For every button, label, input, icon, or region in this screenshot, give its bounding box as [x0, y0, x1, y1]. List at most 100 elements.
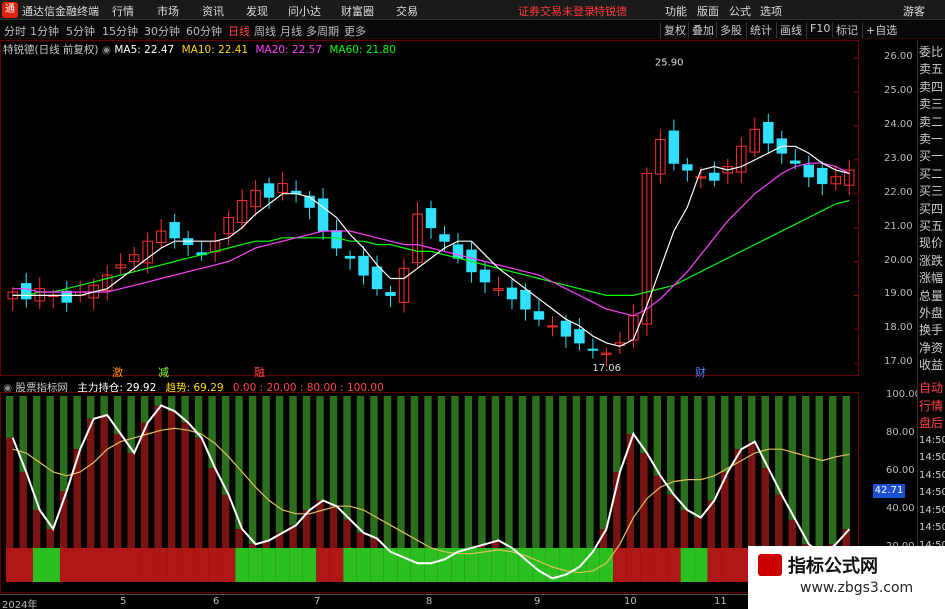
indicator-band: [437, 548, 452, 582]
indicator-bar-upper: [329, 396, 338, 507]
sidebar-item[interactable]: 14:50: [919, 468, 945, 484]
stats-button[interactable]: 统计: [746, 22, 772, 38]
indicator-bar-lower: [194, 437, 203, 548]
sidebar-item[interactable]: 卖四: [919, 79, 943, 95]
sidebar-item[interactable]: 盘后: [919, 415, 943, 431]
price-axis-label: 26.00: [884, 51, 913, 63]
sidebar-item[interactable]: 委比: [919, 44, 943, 60]
sidebar-item[interactable]: 自动: [919, 380, 943, 396]
sidebar-item[interactable]: 14:50: [919, 520, 945, 536]
indicator-band: [289, 548, 303, 582]
sidebar-item[interactable]: 买一: [919, 148, 943, 164]
app-title: 通达信金融终端: [22, 5, 99, 18]
event-marker[interactable]: 激: [112, 364, 123, 380]
menu-item-wealth[interactable]: 财富圈: [341, 3, 374, 19]
indicator-bar-lower: [316, 500, 324, 548]
indicator-bar-upper: [451, 396, 459, 552]
menu-item-ask[interactable]: 问小达: [288, 3, 321, 19]
menu-item-market[interactable]: 市场: [157, 3, 179, 19]
indicator-bar-upper: [478, 396, 486, 545]
sidebar-item[interactable]: 卖一: [919, 131, 943, 147]
sidebar-item[interactable]: 14:50: [919, 503, 945, 519]
menu-function[interactable]: 功能: [665, 3, 687, 19]
sidebar-item[interactable]: 涨幅: [919, 270, 943, 286]
sidebar-item[interactable]: 卖五: [919, 61, 943, 77]
indicator-bar-upper: [437, 396, 446, 560]
indicator-band: [194, 548, 209, 582]
menu-layout[interactable]: 版面: [697, 3, 719, 19]
indicator-band: [518, 548, 533, 582]
sidebar-item[interactable]: 收益: [919, 357, 943, 373]
period-30min[interactable]: 30分钟: [144, 23, 180, 39]
indicator-bar-upper: [586, 396, 594, 552]
indicator-bar-lower: [748, 441, 756, 548]
period-more[interactable]: 更多: [344, 23, 366, 39]
event-marker[interactable]: 融: [254, 364, 265, 380]
menu-options[interactable]: 选项: [760, 3, 782, 19]
menu-item-news[interactable]: 资讯: [202, 3, 224, 19]
period-1min[interactable]: 1分钟: [30, 23, 59, 39]
sidebar-item[interactable]: 总量: [919, 288, 943, 304]
event-marker[interactable]: 财: [695, 364, 706, 380]
sidebar-item[interactable]: 行情: [919, 398, 943, 414]
sidebar-item[interactable]: 14:50: [919, 433, 945, 449]
guest-label[interactable]: 游客: [903, 3, 925, 19]
multi-stock-button[interactable]: 多股: [716, 22, 742, 38]
sidebar-item[interactable]: 外盘: [919, 305, 943, 321]
indicator-band: [613, 548, 627, 582]
sidebar-item[interactable]: 现价: [919, 235, 943, 251]
sidebar-item[interactable]: 14:50: [919, 450, 945, 466]
menu-item-quotes[interactable]: 行情: [112, 3, 134, 19]
period-daily[interactable]: 日线: [228, 23, 250, 39]
candle-body: [21, 283, 32, 300]
sidebar-item[interactable]: 买四: [919, 201, 943, 217]
f10-button[interactable]: F10: [806, 22, 830, 38]
period-multi[interactable]: 多周期: [306, 23, 339, 39]
candlestick-chart[interactable]: 25.90 17.06: [0, 40, 915, 376]
sidebar-item[interactable]: 买三: [919, 183, 943, 199]
overlay-button[interactable]: 叠加: [688, 22, 714, 38]
menu-item-trade[interactable]: 交易: [396, 3, 418, 19]
indicator-bar-upper: [6, 396, 14, 438]
indicator-band: [329, 548, 344, 582]
indicator-bar-upper: [221, 396, 230, 495]
indicator-bar-upper: [829, 396, 837, 545]
period-weekly[interactable]: 周线: [254, 23, 276, 39]
sidebar-item[interactable]: 换手: [919, 322, 943, 338]
period-monthly[interactable]: 月线: [280, 23, 302, 39]
menu-item-discover[interactable]: 发现: [246, 3, 268, 19]
draw-button[interactable]: 画线: [776, 22, 802, 38]
period-60min[interactable]: 60分钟: [186, 23, 222, 39]
mark-button[interactable]: 标记: [832, 22, 858, 38]
sidebar-item[interactable]: 卖三: [919, 96, 943, 112]
indicator-bar-lower: [235, 529, 243, 548]
candle-body: [574, 329, 585, 344]
event-marker[interactable]: 减: [158, 364, 169, 380]
indicator-bar-upper: [653, 396, 662, 476]
indicator-band: [181, 548, 195, 582]
indicator-bar-lower: [653, 475, 662, 548]
sidebar-item[interactable]: 卖二: [919, 114, 943, 130]
menu-formula[interactable]: 公式: [729, 3, 751, 19]
price-axis-label: 25.00: [884, 85, 913, 97]
add-favorite-button[interactable]: +自选: [862, 22, 897, 38]
indicator-bar-lower: [86, 418, 95, 548]
indicator-band: [721, 548, 735, 582]
period-15min[interactable]: 15分钟: [102, 23, 138, 39]
login-warning[interactable]: 证券交易未登录: [518, 3, 595, 19]
candle-body: [371, 266, 383, 290]
indicator-bar-upper: [815, 396, 823, 556]
sidebar-item[interactable]: 涨跌: [919, 253, 943, 269]
sidebar-item[interactable]: 买二: [919, 166, 943, 182]
period-5min[interactable]: 5分钟: [66, 23, 95, 39]
period-intraday[interactable]: 分时: [4, 23, 26, 39]
indicator-bar-upper: [343, 396, 351, 520]
sidebar-item[interactable]: 买五: [919, 218, 943, 234]
indicator-band: [532, 548, 546, 582]
adjust-button[interactable]: 复权: [660, 22, 686, 38]
indicator-bar-lower: [221, 494, 230, 548]
indicator-band: [262, 548, 276, 582]
sidebar-item[interactable]: 14:50: [919, 485, 945, 501]
quote-sidebar: 委比 卖五卖四 卖三卖二 卖一 买一买二 买三买四 买五 现价涨跌 涨幅总量 外盘 换手净资 收益自动…: [917, 40, 945, 576]
sidebar-item[interactable]: 净资: [919, 340, 943, 356]
